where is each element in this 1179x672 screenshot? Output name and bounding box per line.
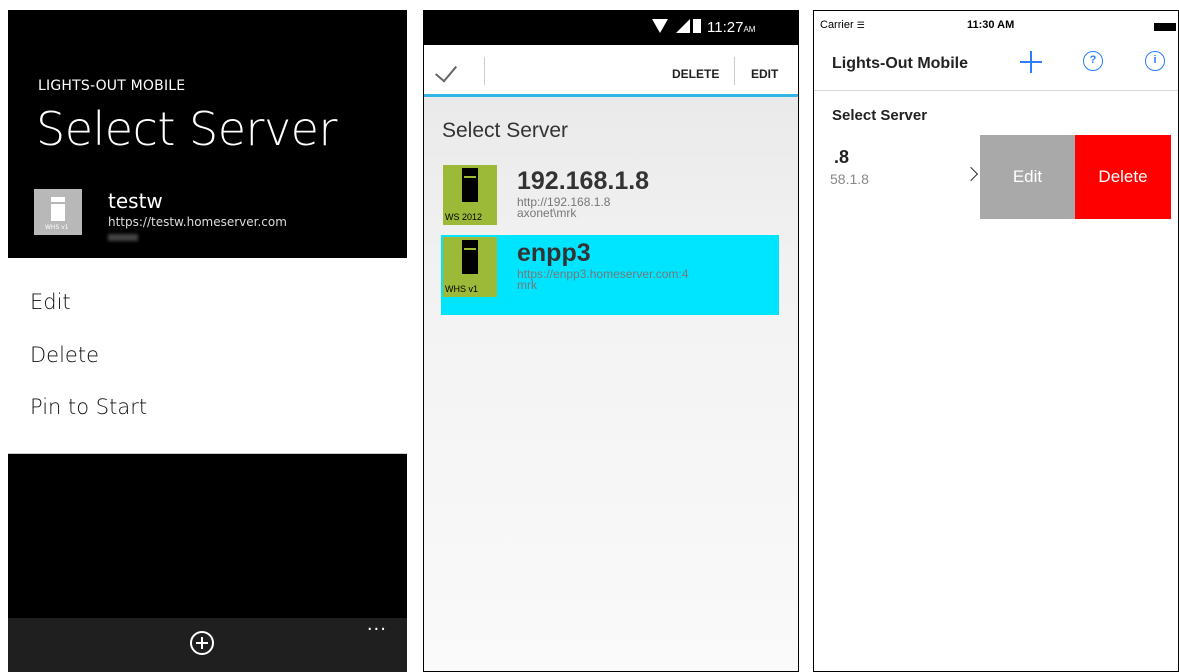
server-address: 58.1.8 — [830, 171, 869, 187]
server-tower-icon — [462, 240, 478, 274]
server-list-item-selected[interactable]: WHS v1 enpp3 https://enpp3.homeserver.co… — [441, 235, 779, 315]
ios-screen: Carrier ☰ 11:30 AM Lights-Out Mobile ? i… — [813, 10, 1179, 672]
status-time: 11:30 AM — [967, 19, 1015, 31]
server-list-item[interactable]: WS 2012 192.168.1.8 http://192.168.1.8 a… — [441, 163, 779, 243]
server-user: mrk — [517, 278, 537, 292]
menu-item-pin-to-start[interactable]: Pin to Start — [30, 395, 147, 419]
app-name: LIGHTS-OUT MOBILE — [38, 78, 186, 94]
server-icon-label: WS 2012 — [445, 212, 483, 222]
page-title: Select Server — [442, 119, 569, 142]
battery-icon — [1154, 23, 1176, 31]
edit-action-button[interactable]: EDIT — [751, 67, 778, 81]
info-icon[interactable]: i — [1145, 51, 1165, 71]
done-check-icon[interactable] — [434, 59, 458, 83]
server-name: testw — [108, 189, 163, 213]
server-user-redacted — [108, 234, 138, 241]
swipe-edit-button[interactable]: Edit — [980, 135, 1075, 219]
server-url: https://enpp3.homeserver.com:4 — [517, 267, 689, 281]
delete-action-button[interactable]: DELETE — [672, 67, 719, 81]
divider — [484, 57, 485, 85]
add-server-icon[interactable] — [1020, 51, 1042, 73]
chevron-right-icon — [963, 166, 979, 182]
server-details: https://enpp3.homeserver.com:4 mrk — [517, 267, 689, 292]
server-tower-icon — [462, 168, 478, 202]
menu-item-delete[interactable]: Delete — [30, 343, 99, 367]
battery-icon — [693, 19, 701, 33]
app-bar: ... — [8, 614, 407, 672]
server-name: enpp3 — [517, 239, 591, 267]
wifi-icon — [652, 19, 668, 33]
android-screen: 11:27AM DELETE EDIT Select Server WS 201… — [423, 10, 799, 672]
action-bar: DELETE EDIT — [424, 45, 798, 97]
server-name: 192.168.1.8 — [517, 167, 650, 195]
server-details: http://192.168.1.8 axonet\mrk — [517, 196, 610, 220]
server-icon: WS 2012 — [443, 165, 497, 225]
divider — [734, 57, 735, 85]
nav-title: Lights-Out Mobile — [832, 55, 968, 72]
section-header: Select Server — [832, 107, 928, 124]
page-title: Select Server — [36, 102, 337, 156]
nav-divider — [814, 90, 1178, 91]
carrier-label: Carrier ☰ — [820, 19, 865, 31]
server-user: axonet\mrk — [517, 206, 577, 220]
status-time: 11:27AM — [707, 19, 756, 36]
help-icon[interactable]: ? — [1083, 51, 1103, 71]
context-menu: Edit Delete Pin to Start — [8, 258, 407, 454]
server-icon: WHS v1 — [443, 237, 497, 297]
server-icon-label: WHS v1 — [445, 284, 479, 294]
server-tower-icon — [51, 197, 65, 221]
more-options-button[interactable]: ... — [367, 614, 387, 635]
status-bar: 11:27AM — [424, 11, 798, 45]
server-tile-icon: WHS v1 — [34, 189, 82, 235]
server-tile-label: WHS v1 — [45, 224, 69, 231]
swipe-delete-button[interactable]: Delete — [1075, 135, 1171, 219]
windows-phone-screen: LIGHTS-OUT MOBILE Select Server WHS v1 t… — [8, 10, 407, 672]
add-server-icon[interactable] — [190, 631, 214, 655]
server-url: https://testw.homeserver.com — [108, 215, 287, 229]
signal-icon — [676, 19, 690, 33]
menu-item-edit[interactable]: Edit — [30, 290, 71, 314]
server-name: .8 — [834, 147, 850, 167]
